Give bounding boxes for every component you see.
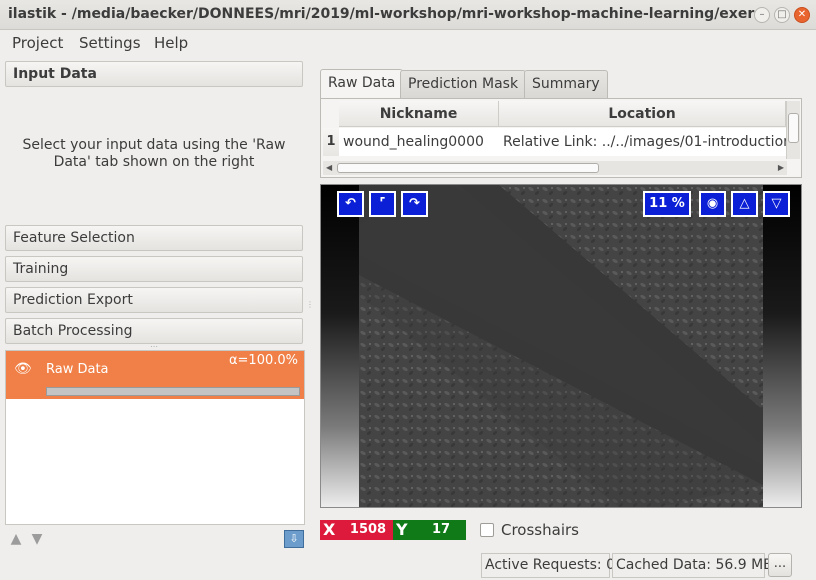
menu-project[interactable]: Project: [12, 34, 63, 52]
crosshairs-checkbox[interactable]: [480, 523, 494, 537]
layer-opacity: α=100.0%: [228, 353, 298, 368]
applet-prediction-export[interactable]: Prediction Export: [5, 287, 303, 313]
tab-prediction-mask[interactable]: Prediction Mask: [400, 70, 527, 98]
x-label: X: [323, 520, 336, 539]
tab-raw-data[interactable]: Raw Data: [320, 69, 404, 99]
input-data-message: Select your input data using the 'Raw Da…: [22, 137, 286, 170]
column-nickname[interactable]: Nickname: [339, 101, 499, 127]
y-coordinate: Y 17: [393, 520, 466, 540]
cached-data: Cached Data: 56.9 MB: [612, 553, 773, 578]
y-value: 17: [431, 522, 451, 537]
column-location[interactable]: Location: [499, 101, 786, 127]
applet-batch-processing[interactable]: Batch Processing: [5, 318, 303, 344]
rotate-right-icon[interactable]: ↷: [401, 191, 428, 217]
close-icon[interactable]: ✕: [794, 7, 810, 23]
cell-nickname[interactable]: wound_healing0000: [339, 128, 499, 156]
move-layer-up-icon[interactable]: ▲: [7, 530, 25, 548]
layer-name: Raw Data: [46, 362, 109, 377]
layer-raw-data[interactable]: 👁 Raw Data α=100.0%: [6, 351, 304, 399]
crosshairs-label: Crosshairs: [501, 521, 579, 539]
active-requests: Active Requests: 0: [481, 553, 615, 578]
more-button[interactable]: ...: [768, 553, 792, 577]
row-number: 1: [323, 128, 339, 156]
eye-icon[interactable]: 👁: [14, 361, 32, 377]
minimize-icon[interactable]: –: [754, 7, 770, 23]
y-label: Y: [396, 520, 408, 539]
camera-icon[interactable]: ◉: [699, 191, 726, 217]
slice-down-icon[interactable]: ▽: [763, 191, 790, 217]
slice-up-icon[interactable]: △: [731, 191, 758, 217]
applet-training[interactable]: Training: [5, 256, 303, 282]
tab-summary[interactable]: Summary: [524, 70, 608, 98]
menu-settings[interactable]: Settings: [79, 34, 141, 52]
vertical-splitter-handle[interactable]: ⋮: [306, 300, 314, 309]
title-bar: ilastik - /media/baecker/DONNEES/mri/201…: [0, 0, 816, 30]
dataset-table: Nickname Location 1 wound_healing0000 Re…: [320, 98, 802, 178]
fit-icon[interactable]: ⌜: [369, 191, 396, 217]
cell-location[interactable]: Relative Link: ../../images/01-introduct…: [499, 128, 786, 156]
x-value: 1508: [349, 522, 387, 537]
menu-help[interactable]: Help: [154, 34, 188, 52]
x-coordinate: X 1508: [320, 520, 393, 540]
table-vertical-scrollbar[interactable]: [786, 101, 800, 159]
microscopy-image[interactable]: [359, 185, 763, 507]
opacity-slider[interactable]: [46, 387, 300, 396]
window-title: ilastik - /media/baecker/DONNEES/mri/201…: [8, 6, 760, 22]
export-layer-icon[interactable]: ⇩: [284, 530, 304, 548]
table-horizontal-scrollbar[interactable]: ◀ ▶: [323, 161, 787, 175]
maximize-icon[interactable]: □: [774, 7, 790, 23]
applet-feature-selection[interactable]: Feature Selection: [5, 225, 303, 251]
menu-bar: Project Settings Help: [0, 30, 816, 56]
image-viewer[interactable]: ↶ ⌜ ↷ 11 % ◉ △ ▽: [320, 184, 802, 508]
applet-input-data[interactable]: Input Data: [5, 61, 303, 87]
zoom-level: 11 %: [643, 191, 691, 217]
move-layer-down-icon[interactable]: ▼: [28, 530, 46, 548]
applet-input-data-body: Select your input data using the 'Raw Da…: [5, 87, 303, 225]
layer-list: 👁 Raw Data α=100.0%: [5, 350, 305, 525]
rotate-left-icon[interactable]: ↶: [337, 191, 364, 217]
